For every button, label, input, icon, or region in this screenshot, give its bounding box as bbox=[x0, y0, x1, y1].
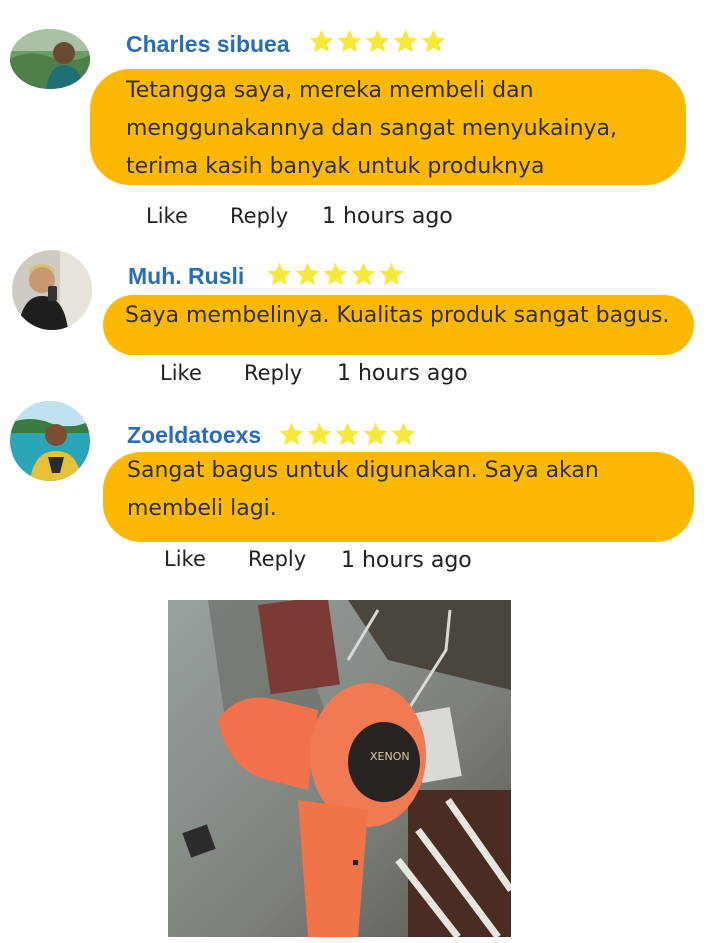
star-icon bbox=[323, 262, 348, 286]
star-icon bbox=[393, 29, 418, 53]
comment-timestamp: 1 hours ago bbox=[341, 548, 472, 573]
comment-author[interactable]: Muh. Rusli bbox=[128, 263, 244, 290]
like-button[interactable]: Like bbox=[160, 361, 202, 385]
comment-author[interactable]: Zoeldatoexs bbox=[127, 422, 261, 449]
comment-text-line: menggunakannya dan sangat menyukainya, bbox=[126, 116, 618, 141]
reply-button[interactable]: Reply bbox=[244, 361, 302, 385]
star-icon bbox=[335, 422, 360, 446]
star-icon bbox=[391, 422, 416, 446]
reply-button[interactable]: Reply bbox=[248, 547, 306, 571]
star-icon bbox=[279, 422, 304, 446]
star-icon bbox=[363, 422, 388, 446]
comment-bubble: Tetangga saya, mereka membeli dan menggu… bbox=[90, 69, 686, 185]
comment-author[interactable]: Charles sibuea bbox=[126, 31, 290, 58]
star-icon bbox=[337, 29, 362, 53]
star-icon bbox=[309, 29, 334, 53]
comment-timestamp: 1 hours ago bbox=[322, 204, 453, 229]
comment-timestamp: 1 hours ago bbox=[337, 361, 468, 386]
product-photo[interactable]: XENON bbox=[168, 600, 511, 937]
comment-bubble: Saya membelinya. Kualitas produk sangat … bbox=[103, 295, 694, 355]
avatar[interactable] bbox=[10, 401, 90, 481]
like-button[interactable]: Like bbox=[146, 204, 188, 228]
brand-label: XENON bbox=[370, 750, 410, 763]
comment-text-line: Sangat bagus untuk digunakan. Saya akan bbox=[127, 458, 599, 483]
comment-text-line: Saya membelinya. Kualitas produk sangat … bbox=[125, 303, 670, 328]
star-icon bbox=[351, 262, 376, 286]
comment-text-line: terima kasih banyak untuk produknya bbox=[126, 154, 545, 179]
star-icon bbox=[307, 422, 332, 446]
star-icon bbox=[379, 262, 404, 286]
rating-stars bbox=[278, 421, 417, 448]
like-button[interactable]: Like bbox=[164, 547, 206, 571]
comment-text-line: Tetangga saya, mereka membeli dan bbox=[126, 78, 534, 103]
star-icon bbox=[365, 29, 390, 53]
rating-stars bbox=[308, 28, 447, 55]
rating-stars bbox=[266, 261, 405, 288]
star-icon bbox=[421, 29, 446, 53]
star-icon bbox=[267, 262, 292, 286]
avatar[interactable] bbox=[10, 29, 90, 89]
comment-bubble: Sangat bagus untuk digunakan. Saya akan … bbox=[103, 452, 694, 542]
reply-button[interactable]: Reply bbox=[230, 204, 288, 228]
comment-text-line: membeli lagi. bbox=[127, 496, 277, 521]
avatar[interactable] bbox=[12, 250, 92, 330]
star-icon bbox=[295, 262, 320, 286]
